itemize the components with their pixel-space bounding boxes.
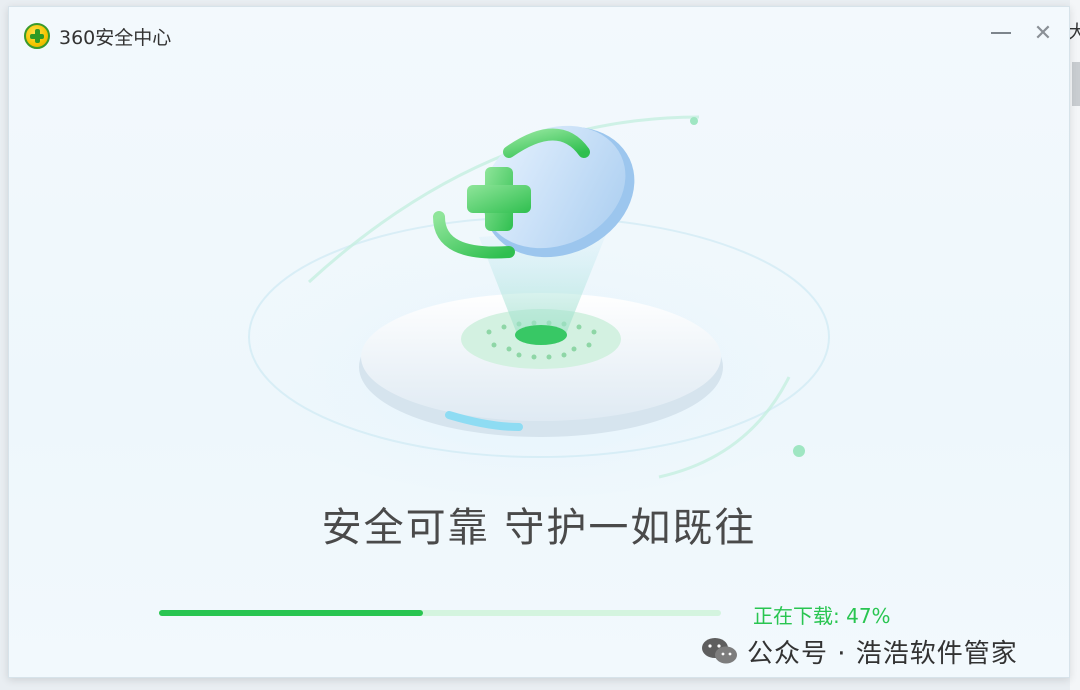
close-icon: ✕ xyxy=(1033,20,1053,46)
download-progress-bar xyxy=(159,610,721,616)
installer-window: 360安全中心 ✕ 安全可靠 守护一如既往 正在下载: 47% 公众号 · 浩浩… xyxy=(8,6,1070,678)
slogan-text: 安全可靠 守护一如既往 xyxy=(321,505,757,551)
download-status-label: 正在下载: 47% xyxy=(753,604,891,628)
minimize-button[interactable] xyxy=(987,19,1015,47)
background-scrollbar xyxy=(1072,62,1080,106)
close-button[interactable]: ✕ xyxy=(1029,19,1057,47)
title-bar[interactable]: 360安全中心 ✕ xyxy=(9,7,1069,59)
download-progress-fill xyxy=(159,610,424,616)
watermark-text: 公众号 · 浩浩软件管家 xyxy=(747,638,1018,669)
shield-plus-icon xyxy=(219,115,859,497)
watermark: 公众号 · 浩浩软件管家 xyxy=(699,631,1018,671)
wechat-icon xyxy=(702,638,737,664)
minimize-icon xyxy=(991,32,1011,34)
360-logo-icon xyxy=(24,23,50,49)
window-title: 360安全中心 xyxy=(59,27,172,49)
